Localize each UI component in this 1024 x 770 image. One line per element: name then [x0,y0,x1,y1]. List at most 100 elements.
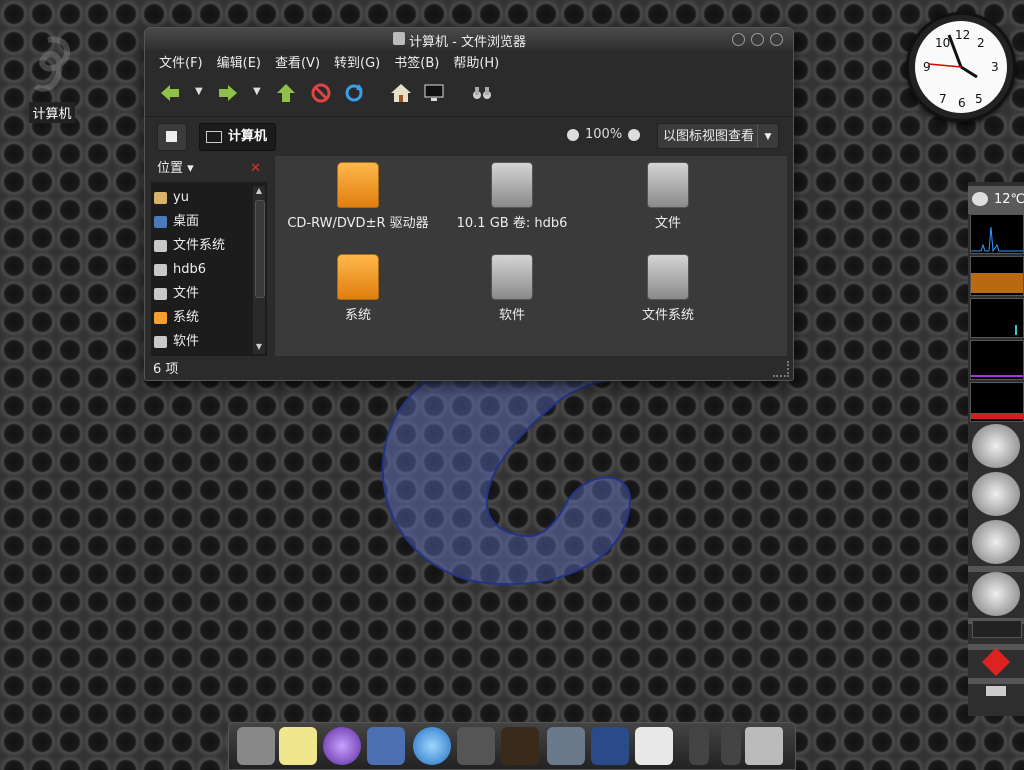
gnome-foot-icon[interactable] [237,727,275,765]
svg-text:6: 6 [958,96,966,110]
scroll-thumb[interactable] [255,200,265,298]
file-item-label: 文件系统 [641,308,694,323]
globe-icon[interactable] [972,472,1020,516]
drive-icon [154,312,167,324]
sidebar-header[interactable]: 位置 ▾ ✕ [151,156,267,182]
graphics-icon[interactable] [501,727,539,765]
forward-history-dropdown[interactable]: ▼ [253,86,263,108]
drive-icon [154,336,167,348]
search-binoculars-icon[interactable] [471,82,493,104]
maximize-button[interactable] [751,33,764,46]
bluetooth-icon[interactable] [591,727,629,765]
scroll-down-icon[interactable]: ▼ [253,342,265,354]
swap-graph [970,340,1024,380]
drive-icon [337,254,379,300]
sidebar-scrollbar[interactable]: ▲ ▼ [253,186,265,354]
zoom-control: 100% [567,127,641,142]
clock-face: 12 3 6 9 2 5 10 7 [915,21,1007,113]
weather-widget[interactable]: 12℃ [968,186,1024,214]
view-mode-select[interactable]: 以图标视图查看 ▼ [657,123,779,149]
status-bar-text: 6 项 [153,362,179,377]
forward-arrow-icon[interactable] [217,82,239,104]
launcher-icon[interactable] [323,727,361,765]
view-mode-label: 以图标视图查看 [663,129,755,144]
ruby-icon[interactable] [981,647,1011,677]
desktop-icon [154,216,167,228]
sidebar-item[interactable]: yu [151,186,251,210]
minimized-window-icon[interactable] [721,727,741,765]
power-icon[interactable] [972,520,1020,564]
drive-icon [154,240,167,252]
text-editor-icon[interactable] [279,727,317,765]
sidebar-item[interactable]: 系统 [151,306,251,330]
trash-icon[interactable] [745,727,783,765]
file-item[interactable]: 软件 [437,254,587,323]
menu-edit[interactable]: 编辑(E) [217,52,261,71]
sidebar-item[interactable]: hdb6 [151,258,251,282]
menu-file[interactable]: 文件(F) [159,52,203,71]
path-crumb-computer[interactable]: 计算机 [199,123,277,151]
zoom-level[interactable]: 100% [585,127,622,142]
toggle-location-edit-button[interactable] [157,123,187,151]
file-item[interactable]: 系统 [283,254,433,323]
cpu-graph [970,214,1024,254]
file-item[interactable]: 文件 [593,162,743,231]
reload-icon[interactable] [343,82,365,104]
zoom-in-icon[interactable] [628,128,641,141]
menubar: 文件(F) 编辑(E) 查看(V) 转到(G) 书签(B) 帮助(H) [145,50,793,72]
tray-drive-icon[interactable] [986,686,1006,696]
messenger-icon[interactable] [413,727,451,765]
sidebar-item[interactable]: 文件系统 [151,234,251,258]
sidebar-item-label: 桌面 [173,214,200,229]
zoom-out-icon[interactable] [567,128,579,141]
menu-go[interactable]: 转到(G) [334,52,380,71]
tools-icon[interactable] [547,727,585,765]
sidebar-item[interactable]: 文件 [151,282,251,306]
back-arrow-icon[interactable] [159,82,181,104]
workspace-switcher[interactable] [972,620,1022,638]
scroll-up-icon[interactable]: ▲ [253,186,265,198]
monitor-icon [206,131,222,143]
sidebar-item-label: 系统 [173,310,200,325]
stop-icon[interactable] [310,82,332,104]
file-browser-window: 计算机 - 文件浏览器 文件(F) 编辑(E) 查看(V) 转到(G) 书签(B… [144,27,794,381]
resize-grip[interactable] [773,361,789,377]
up-arrow-icon[interactable] [275,82,297,104]
pane-splitter[interactable] [269,156,273,356]
file-item[interactable]: 10.1 GB 卷: hdb6 [437,162,587,231]
home-icon[interactable] [390,82,412,104]
back-history-dropdown[interactable]: ▼ [195,86,205,108]
toolbar: ▼ ▼ [145,72,793,117]
file-item[interactable]: 文件系统 [593,254,743,323]
network-graph [970,298,1024,338]
close-sidebar-icon[interactable]: ✕ [250,156,261,182]
computer-monitor-icon[interactable] [423,82,445,104]
menu-bookmarks[interactable]: 书签(B) [394,52,439,71]
menu-help[interactable]: 帮助(H) [453,52,499,71]
file-item[interactable]: CD-RW/DVD±R 驱动器 [283,162,433,231]
minimize-button[interactable] [732,33,745,46]
volume-icon[interactable] [972,572,1020,616]
close-button[interactable] [770,33,783,46]
memory-graph [970,256,1024,296]
file-item-label: 软件 [498,308,525,323]
titlebar[interactable]: 计算机 - 文件浏览器 [145,28,793,50]
minimized-window-icon[interactable] [689,727,709,765]
sidebar-item[interactable]: 桌面 [151,210,251,234]
mail-icon[interactable] [367,727,405,765]
search-magnifier-icon[interactable] [972,424,1020,468]
sidebar-item[interactable]: 软件 [151,330,251,354]
menu-view[interactable]: 查看(V) [275,52,320,71]
svg-text:12: 12 [955,28,970,42]
file-item-label: CD-RW/DVD±R 驱动器 [287,216,429,231]
load-graph [970,382,1024,422]
camera-icon[interactable] [457,727,495,765]
office-icon[interactable] [635,727,673,765]
dock [228,722,796,770]
path-crumb-label: 计算机 [228,129,268,144]
clock-hands: 12 3 6 9 2 5 10 7 [923,28,999,110]
drive-icon [154,288,167,300]
svg-text:2: 2 [977,36,985,50]
desktop-computer-icon[interactable]: 计算机 [22,36,82,123]
svg-text:5: 5 [975,92,983,106]
